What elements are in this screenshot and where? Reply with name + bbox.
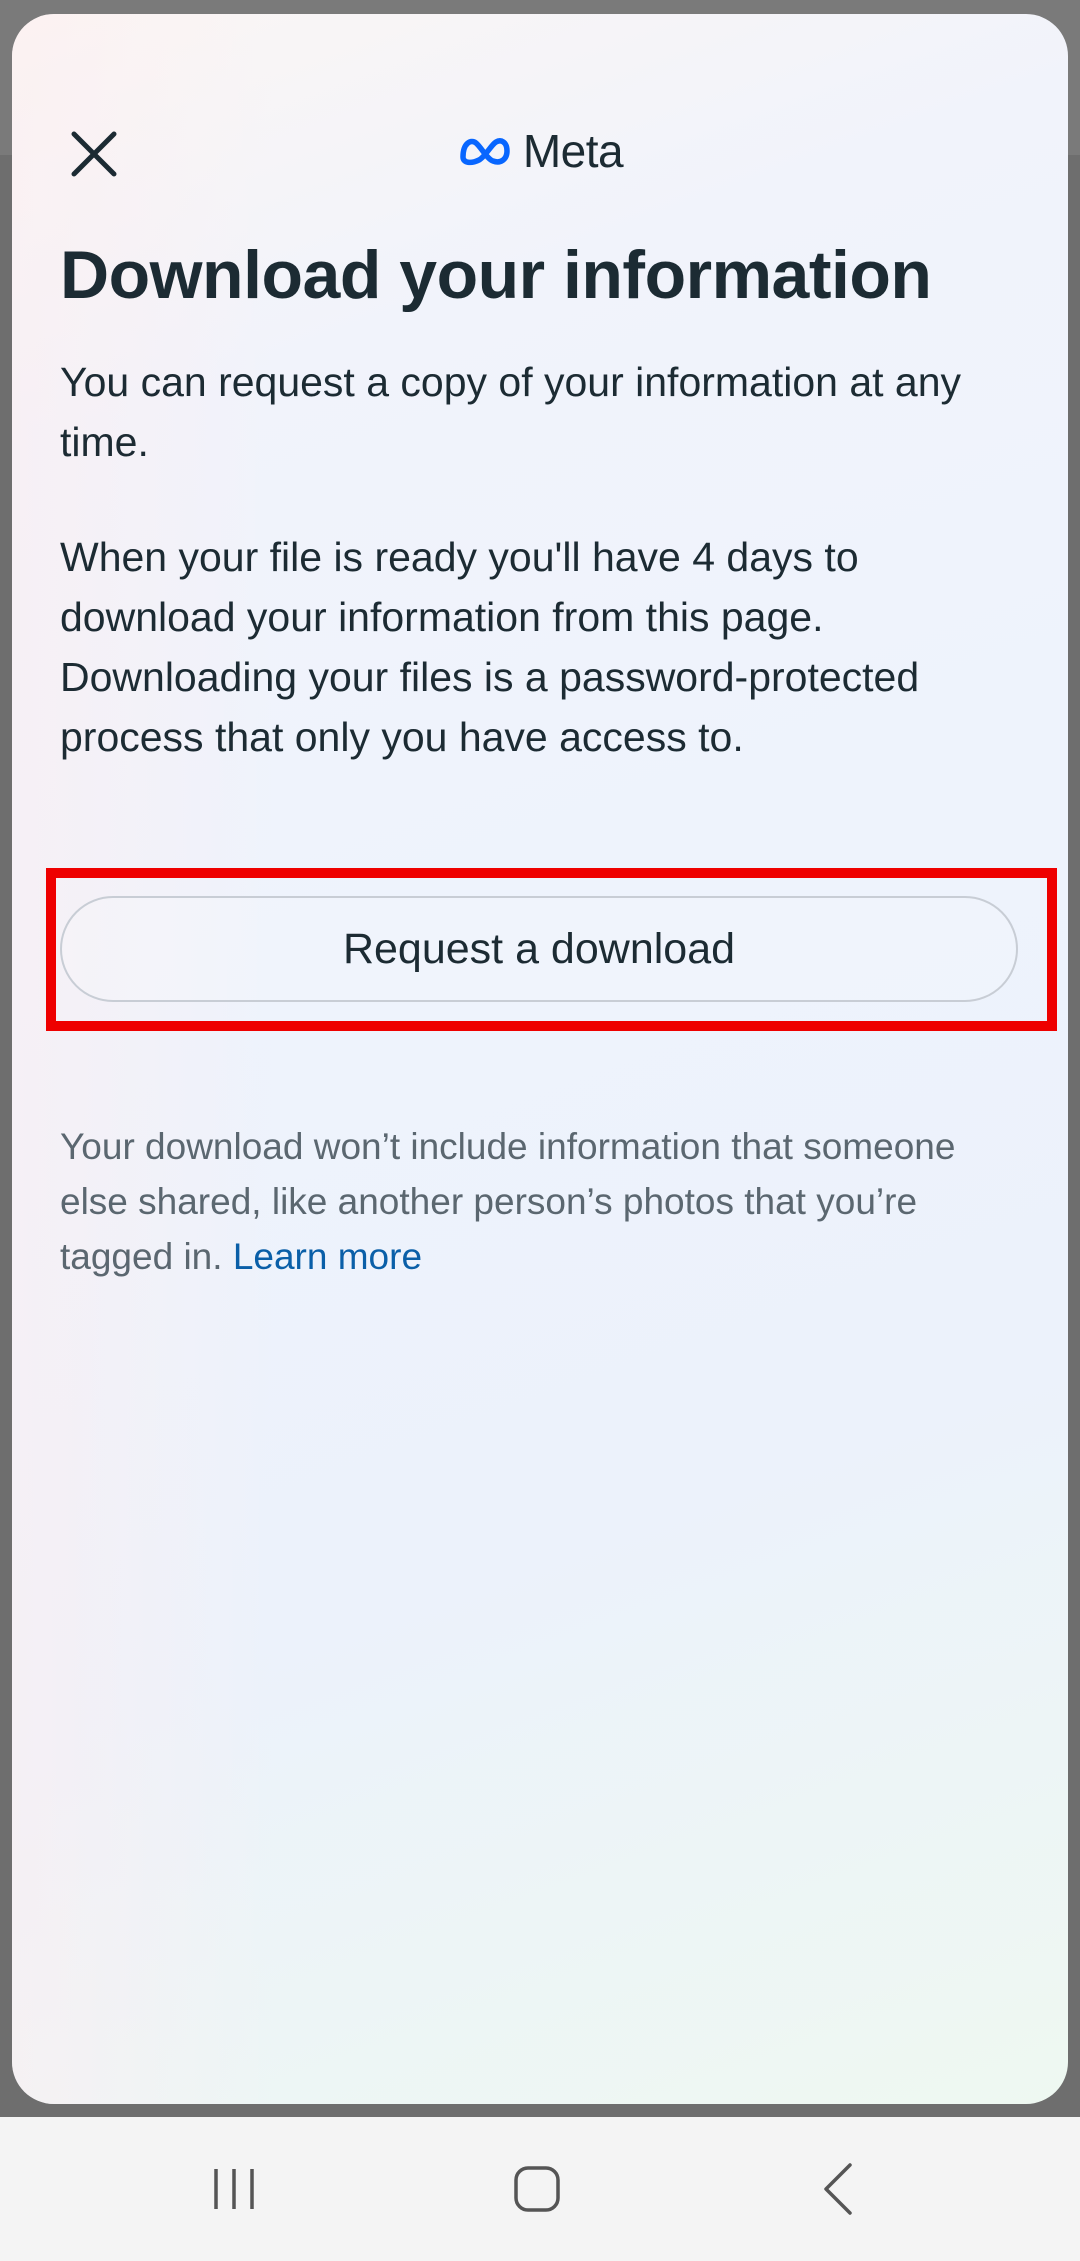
request-download-button[interactable]: Request a download [60,896,1018,1002]
disclaimer-body: Your download won’t include information … [60,1126,956,1277]
recents-icon [214,2169,254,2209]
disclaimer-text: Your download won’t include information … [60,1119,1020,1284]
availability-text: When your file is ready you'll have 4 da… [60,534,920,760]
system-navigation-bar [0,2117,1080,2261]
page-title: Download your information [60,237,932,313]
back-icon [824,2163,852,2215]
brand-name: Meta [522,125,624,177]
recents-button[interactable] [164,2117,304,2261]
home-icon [514,2166,560,2212]
back-button[interactable] [770,2117,910,2261]
home-button[interactable] [467,2117,607,2261]
learn-more-link[interactable]: Learn more [233,1236,422,1277]
download-info-sheet: Meta Download your information You can r… [12,14,1068,2104]
intro-text: You can request a copy of your informati… [60,359,962,465]
meta-logo-icon [460,138,510,166]
meta-brand: Meta [12,124,1068,178]
